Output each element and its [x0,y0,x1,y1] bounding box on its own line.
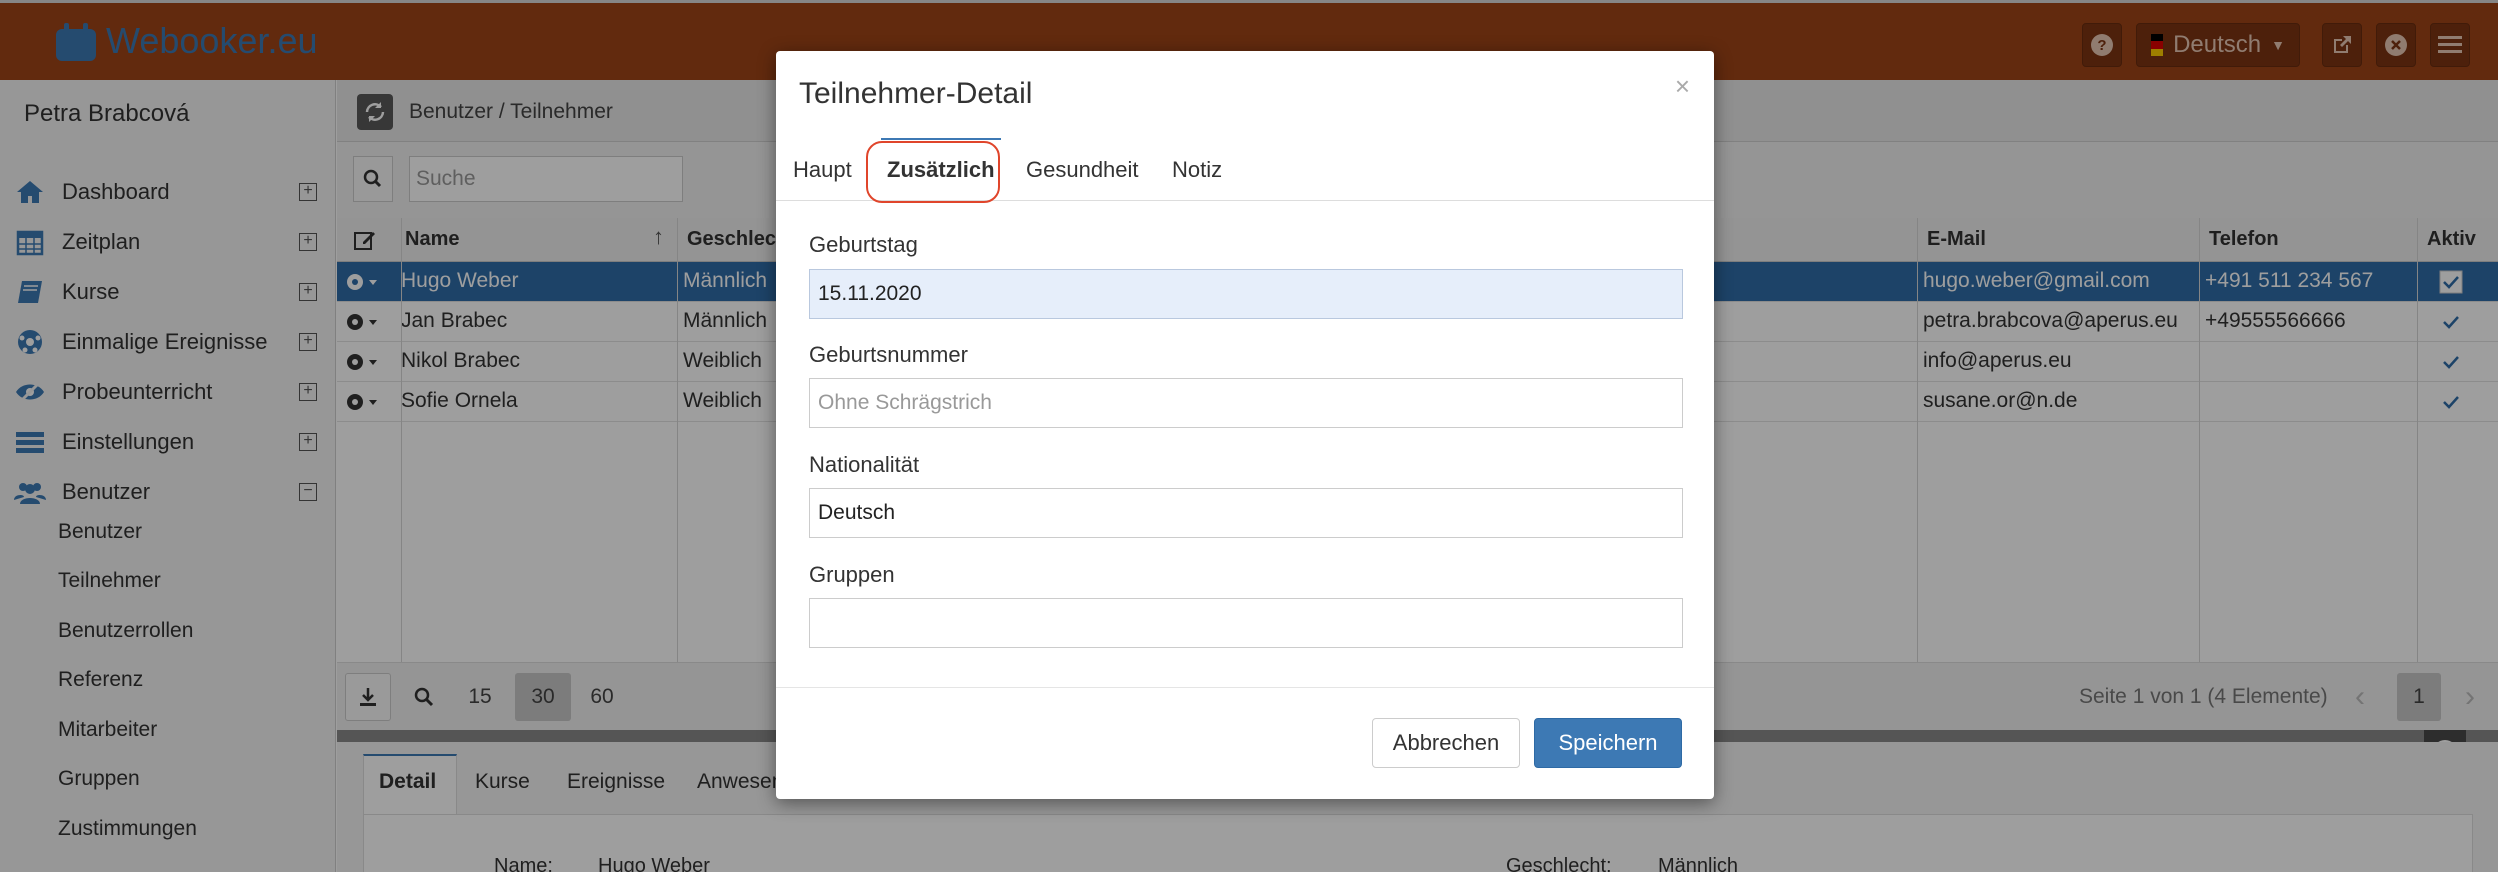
dialog-footer-divider [776,687,1714,688]
birthday-field[interactable]: 15.11.2020 [809,269,1683,319]
dialog-title: Teilnehmer-Detail [799,77,1033,110]
nationality-field[interactable]: Deutsch [809,488,1683,538]
birthnumber-field[interactable]: Ohne Schrägstrich [809,378,1683,428]
tab-notiz[interactable]: Notiz [1172,139,1222,201]
save-button[interactable]: Speichern [1534,718,1682,768]
tab-haupt[interactable]: Haupt [793,139,852,201]
nationality-label: Nationalität [809,452,920,477]
groups-label: Gruppen [809,562,895,587]
tab-highlight-annotation [866,141,1000,203]
cancel-button[interactable]: Abbrechen [1372,718,1520,768]
birthnumber-label: Geburtsnummer [809,342,968,367]
tab-gesundheit[interactable]: Gesundheit [1026,139,1139,201]
birthday-label: Geburtstag [809,232,918,257]
close-icon[interactable]: × [1675,71,1690,102]
groups-field[interactable] [809,598,1683,648]
participant-detail-dialog: Teilnehmer-Detail × Haupt Zusätzlich Ges… [776,51,1714,799]
